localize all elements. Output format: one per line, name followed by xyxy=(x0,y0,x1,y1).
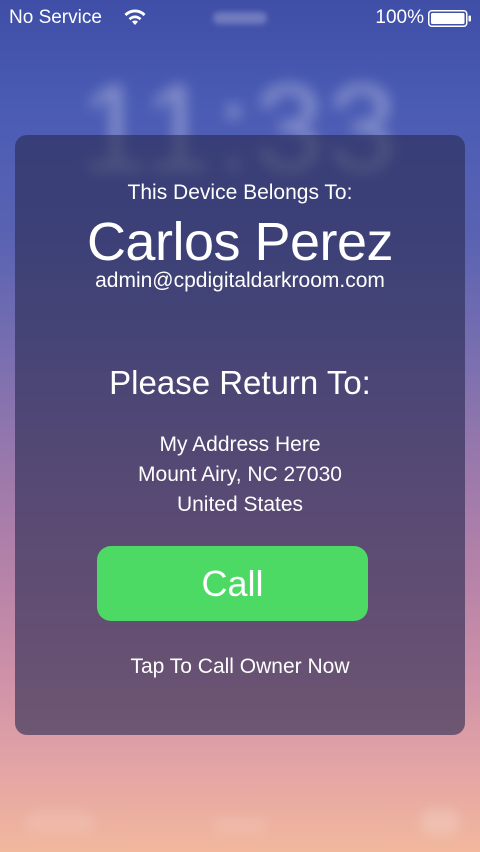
call-button[interactable]: Call xyxy=(97,546,368,621)
address-line: My Address Here xyxy=(159,433,321,456)
return-to-label: Please Return To: xyxy=(109,364,371,401)
background-blur-shape xyxy=(420,808,460,836)
lock-screen: 11:33 No Service 100% This Device Belong… xyxy=(0,0,480,852)
owner-name: Carlos Perez xyxy=(86,212,394,272)
battery-percent: 100% xyxy=(375,7,424,28)
status-bar: No Service 100% xyxy=(0,0,480,36)
owner-email: admin@cpdigitaldarkroom.com xyxy=(95,269,385,292)
call-hint-label: Tap To Call Owner Now xyxy=(130,655,350,678)
background-blur-shape xyxy=(25,812,95,832)
belongs-to-label: This Device Belongs To: xyxy=(127,181,353,204)
address-line: United States xyxy=(176,493,304,516)
background-blur-shape xyxy=(212,818,268,832)
return-address: My Address Here Mount Airy, NC 27030 Uni… xyxy=(15,430,465,520)
battery-full-icon xyxy=(428,10,471,27)
address-line: Mount Airy, NC 27030 xyxy=(138,463,342,486)
carrier-label: No Service xyxy=(9,7,102,28)
owner-info-card: This Device Belongs To: Carlos Perez adm… xyxy=(15,135,465,735)
wifi-icon xyxy=(124,9,146,25)
